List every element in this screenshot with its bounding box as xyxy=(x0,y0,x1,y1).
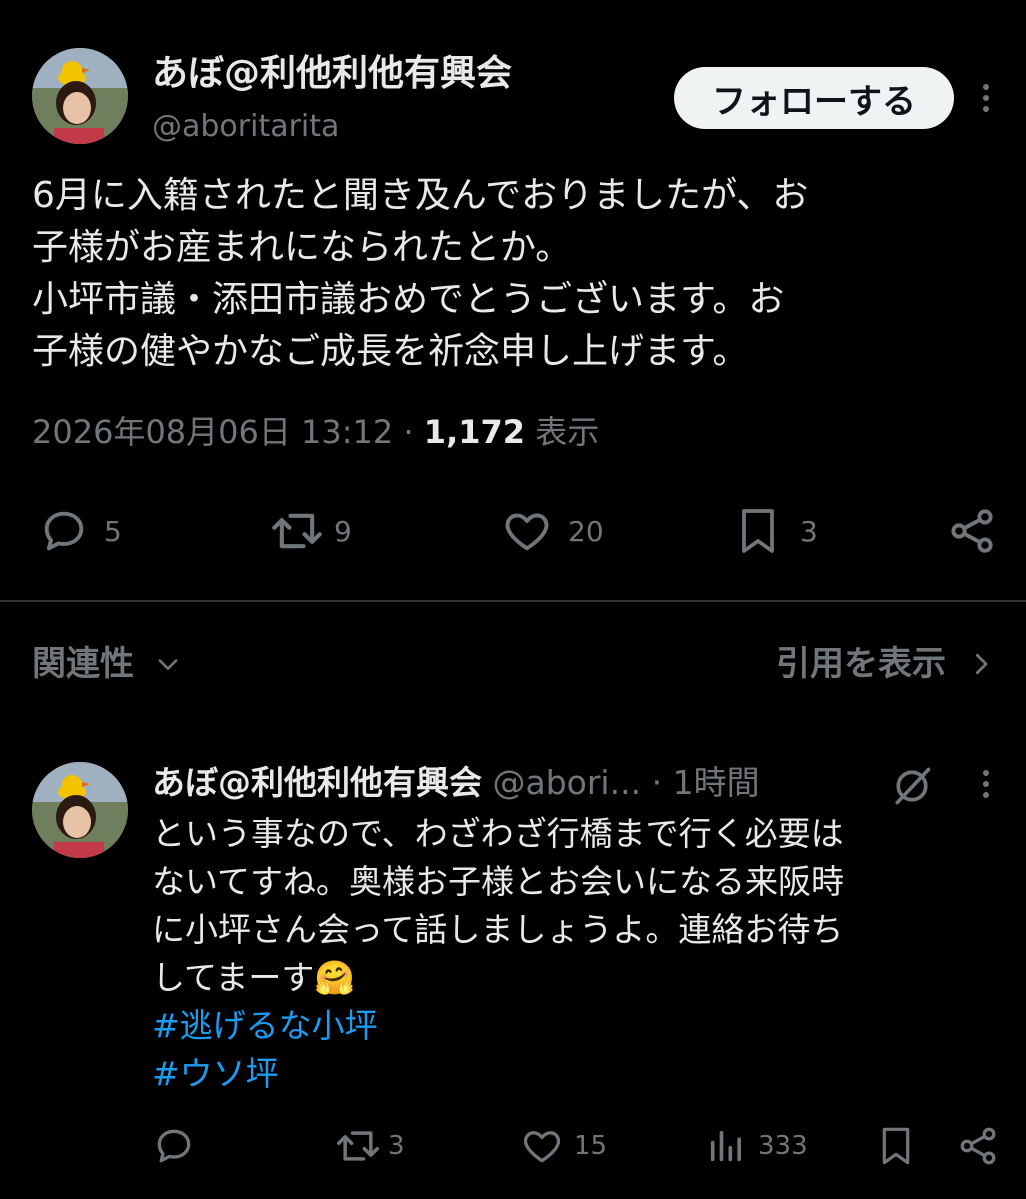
chevron-down-icon xyxy=(158,659,178,670)
reply-icon xyxy=(157,1129,191,1163)
like-button[interactable]: 20 xyxy=(500,505,604,557)
timestamp[interactable]: 2026年08月06日 13:12 xyxy=(32,413,393,451)
views-label: 表示 xyxy=(535,413,600,451)
bookmark-icon xyxy=(742,509,774,553)
follow-button[interactable]: フォローする xyxy=(674,67,954,129)
view-quotes-link[interactable]: 引用を表示 xyxy=(776,640,996,688)
reply-text: という事なので、わざわざ行橋まで行く必要は ないてすね。奥様お子様とお会いになる… xyxy=(152,814,845,997)
avatar-image xyxy=(32,48,128,144)
relevance-label: 関連性 xyxy=(32,644,134,684)
reply-author-avatar[interactable] xyxy=(32,762,128,858)
reply-reply-button[interactable] xyxy=(152,1124,196,1168)
reply-retweet-count: 3 xyxy=(388,1131,405,1161)
hashtag-link[interactable]: #逃げるな小坪 xyxy=(152,1002,378,1050)
retweet-count: 9 xyxy=(334,514,352,548)
heart-icon xyxy=(505,513,549,551)
avatar-image xyxy=(32,762,128,858)
reply-like-button[interactable]: 15 xyxy=(520,1124,607,1168)
reply-like-count: 15 xyxy=(574,1131,608,1161)
retweet-button[interactable]: 9 xyxy=(268,505,352,557)
share-icon xyxy=(960,1127,996,1165)
reply-time[interactable]: 1時間 xyxy=(673,763,760,802)
views-icon xyxy=(710,1130,741,1162)
retweet-icon xyxy=(272,513,322,549)
quotes-label: 引用を表示 xyxy=(776,644,946,684)
bookmark-icon xyxy=(882,1127,910,1165)
heart-icon xyxy=(523,1131,561,1163)
reply-retweet-button[interactable]: 3 xyxy=(334,1124,405,1168)
reply-icon xyxy=(44,511,84,551)
bookmark-count: 3 xyxy=(800,514,818,548)
tweet-meta: 2026年08月06日 13:12 · 1,172 表示 xyxy=(32,410,599,454)
reply-views-count: 333 xyxy=(758,1131,808,1161)
reply-count: 5 xyxy=(104,514,122,548)
more-options-icon[interactable] xyxy=(982,84,990,112)
reply-separator: · xyxy=(651,763,663,802)
tweet-text: 6月に入籍されたと聞き及んでおりましたが、お 子様がお産まれになられたとか。 小… xyxy=(32,175,809,372)
chevron-right-icon xyxy=(975,653,988,675)
grok-icon[interactable] xyxy=(890,764,934,812)
retweet-icon xyxy=(337,1131,379,1161)
author-name[interactable]: あぼ@利他利他有興会 xyxy=(152,52,512,96)
reply-views-button[interactable]: 333 xyxy=(706,1124,808,1168)
reply-author-handle[interactable]: @abori... xyxy=(493,763,642,802)
meta-separator: · xyxy=(403,413,414,451)
share-button[interactable] xyxy=(946,505,998,557)
bookmark-button[interactable]: 3 xyxy=(734,505,818,557)
reply-button[interactable]: 5 xyxy=(38,505,122,557)
author-handle[interactable]: @aboritarita xyxy=(152,108,339,146)
section-divider xyxy=(0,600,1026,602)
relevance-sort[interactable]: 関連性 xyxy=(32,640,182,688)
reply-share-button[interactable] xyxy=(956,1124,1000,1168)
author-avatar[interactable] xyxy=(32,48,128,144)
share-icon xyxy=(951,509,993,553)
like-count: 20 xyxy=(568,514,604,548)
views-count: 1,172 xyxy=(423,413,526,451)
reply-more-options-icon[interactable] xyxy=(982,770,990,798)
reply-bookmark-button[interactable] xyxy=(876,1122,916,1170)
reply-author-name[interactable]: あぼ@利他利他有興会 xyxy=(152,763,482,802)
hashtag-link[interactable]: #ウソ坪 xyxy=(152,1050,279,1098)
reply-header: あぼ@利他利他有興会 @abori... · 1時間 xyxy=(152,760,760,806)
